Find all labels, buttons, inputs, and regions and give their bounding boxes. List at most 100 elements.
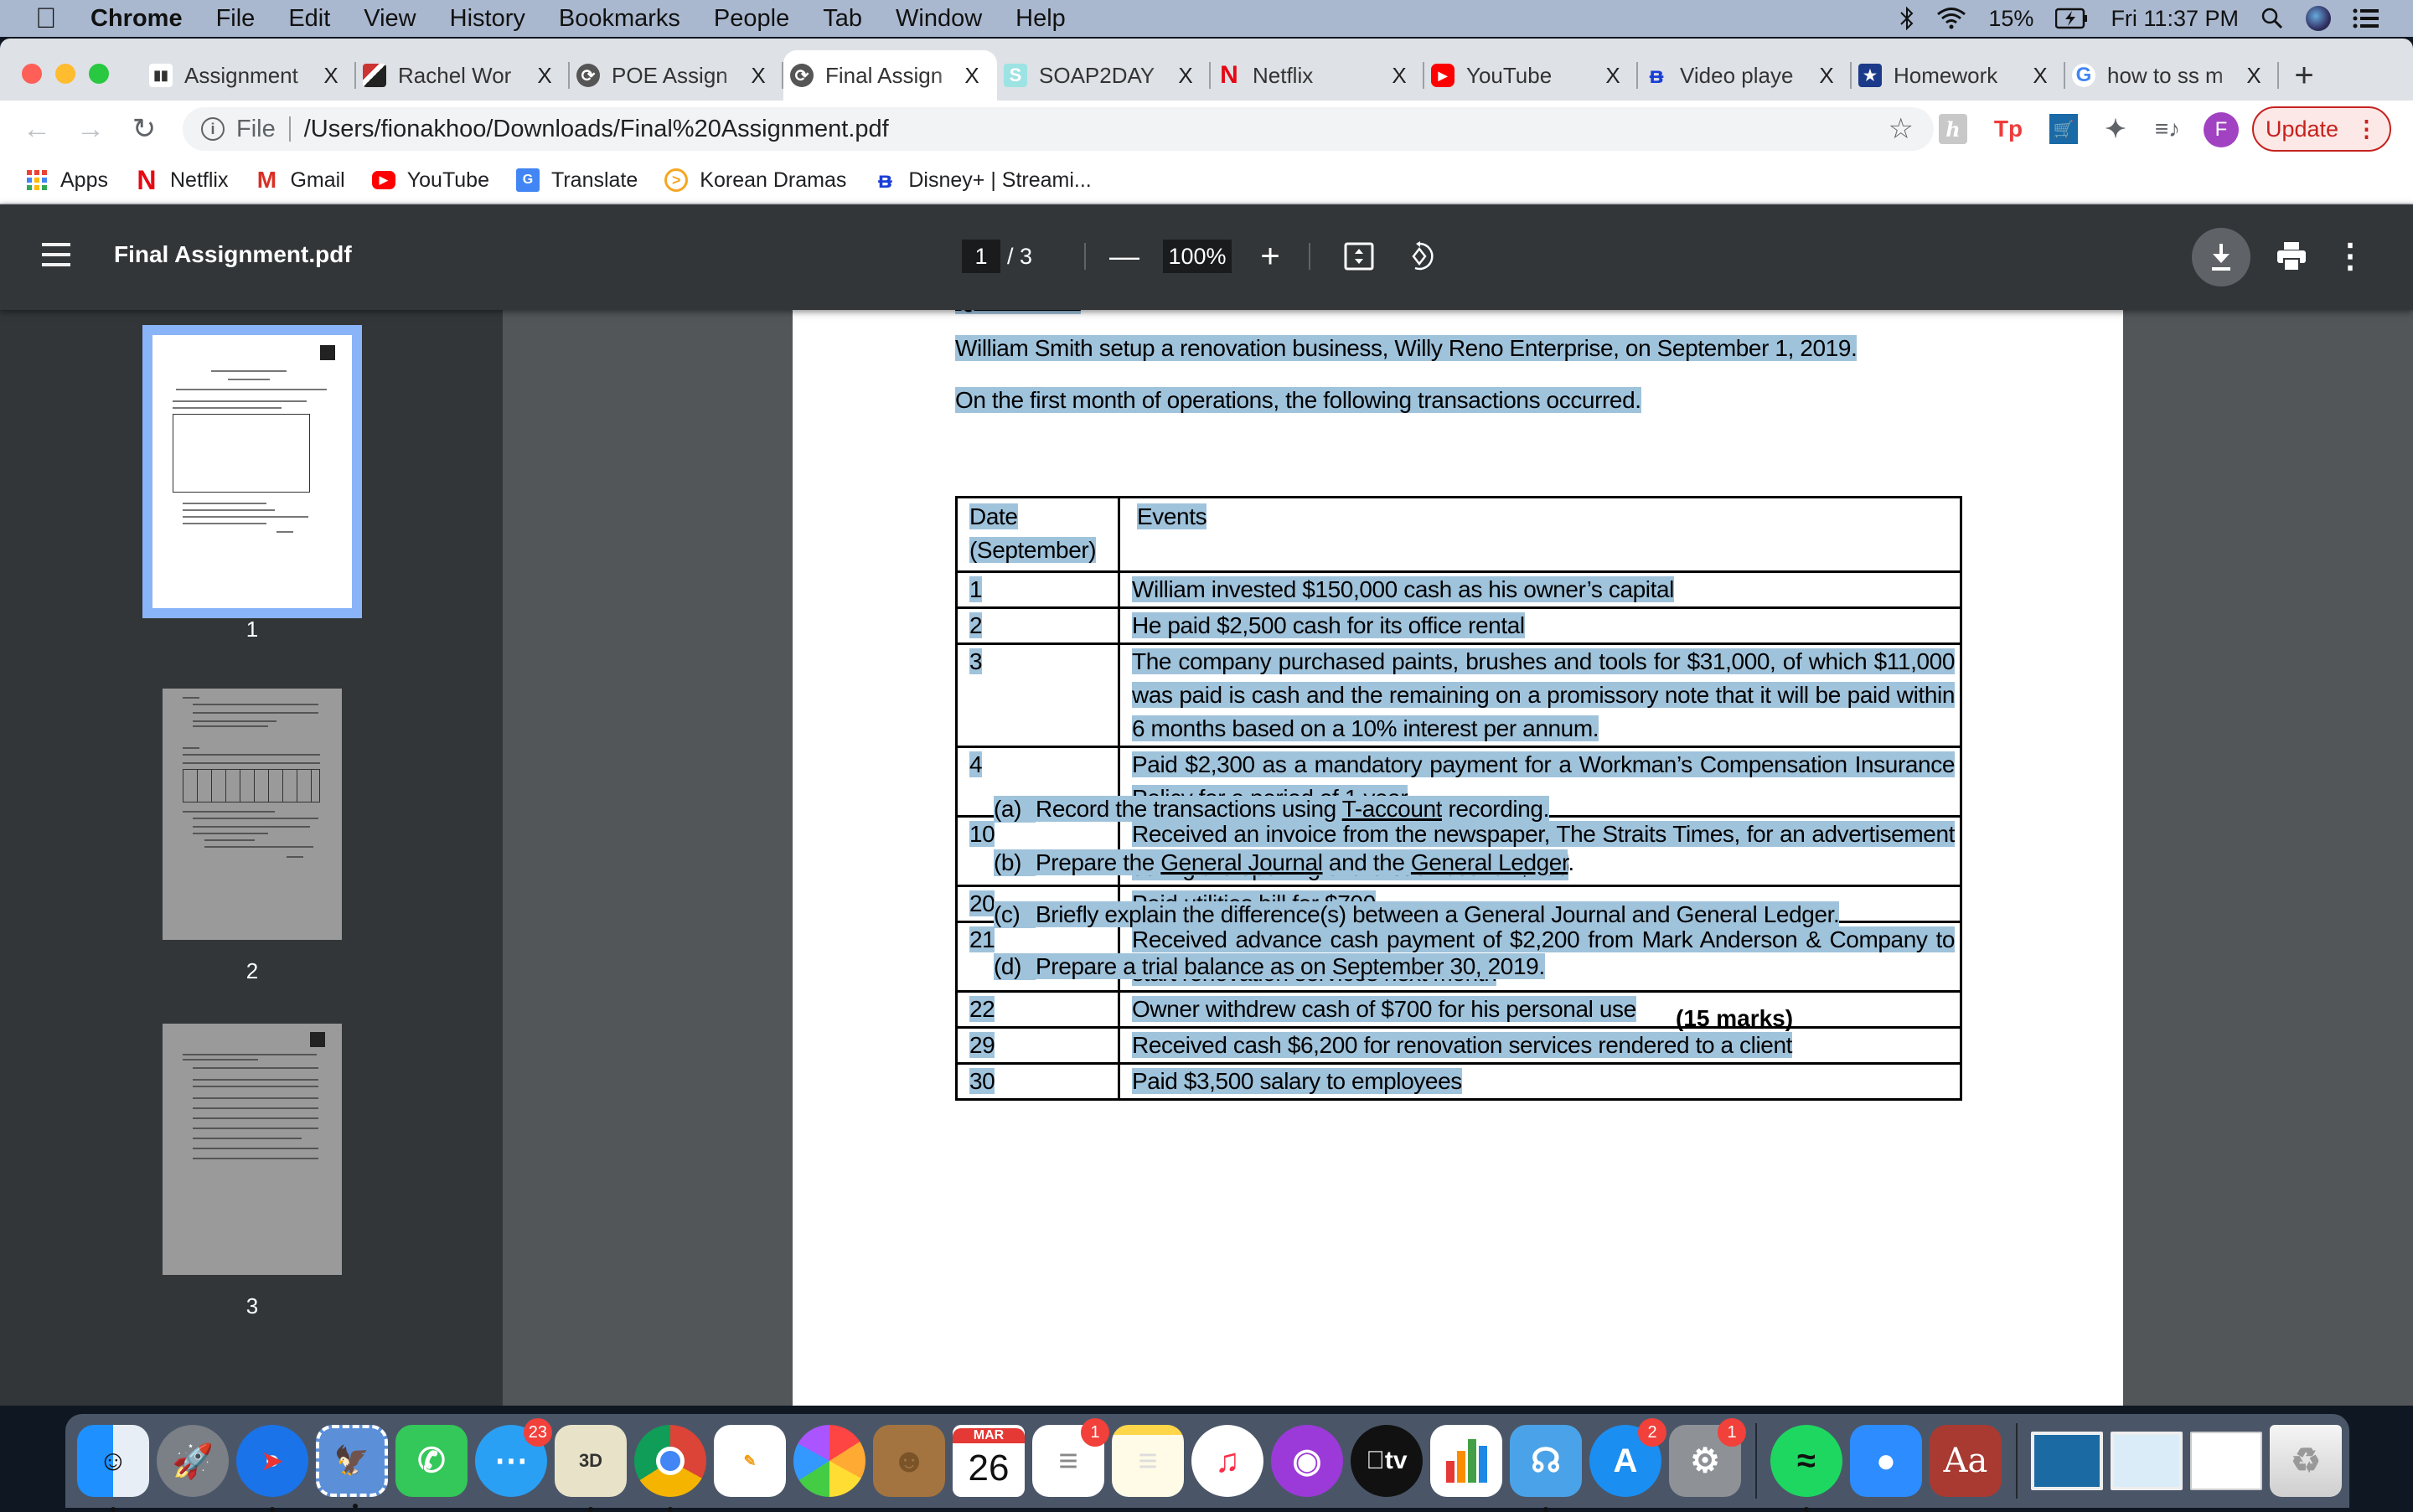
- new-tab-button[interactable]: +: [2279, 50, 2329, 101]
- dock-keynote-icon[interactable]: ☊: [1510, 1425, 1582, 1512]
- tab-close-icon[interactable]: X: [321, 63, 341, 89]
- bluetooth-icon[interactable]: [1899, 5, 1914, 32]
- zoom-out-button[interactable]: —: [1108, 238, 1141, 275]
- dock-launchpad-icon[interactable]: 🚀: [157, 1425, 229, 1497]
- window-zoom-button[interactable]: [89, 64, 109, 84]
- dock-minimized-window-3[interactable]: [2190, 1432, 2262, 1490]
- page-number-input[interactable]: 1: [962, 240, 1000, 273]
- bookmark-netflix[interactable]: N Netflix: [135, 165, 228, 195]
- dock-trash-icon[interactable]: ♻: [2270, 1425, 2342, 1497]
- tab-rachel[interactable]: Rachel Wor X: [356, 50, 570, 101]
- tab-homework[interactable]: ★ Homework X: [1852, 50, 2065, 101]
- update-chrome-button[interactable]: Update ⋮: [2252, 106, 2391, 152]
- dock-calendar-icon[interactable]: MAR 26: [953, 1425, 1025, 1497]
- thumbnail-page-3[interactable]: 3: [152, 1024, 352, 1318]
- dock-maps-icon[interactable]: 3D: [555, 1425, 627, 1512]
- apple-menu-icon[interactable]: : [35, 3, 59, 35]
- window-close-button[interactable]: [22, 64, 42, 84]
- thumbnail-image[interactable]: [163, 689, 342, 940]
- menu-help[interactable]: Help: [1015, 5, 1066, 33]
- address-bar[interactable]: i File /Users/fionakhoo/Downloads/Final%…: [183, 107, 1934, 151]
- thumbnail-image[interactable]: [142, 325, 362, 618]
- bookmark-gmail[interactable]: M Gmail: [255, 167, 345, 193]
- tab-assignment[interactable]: ▮▮ Assignment X: [142, 50, 356, 101]
- bookmark-disney-plus[interactable]: ᴃ Disney+ | Streami...: [873, 167, 1092, 193]
- dock-facetime-icon[interactable]: ✆: [395, 1425, 468, 1497]
- menu-bookmarks[interactable]: Bookmarks: [559, 5, 680, 33]
- rotate-icon[interactable]: [1401, 238, 1438, 275]
- bookmark-apps[interactable]: Apps: [25, 168, 108, 193]
- forward-button[interactable]: →: [72, 111, 109, 147]
- dock-minimized-window-1[interactable]: [2031, 1432, 2103, 1490]
- print-button[interactable]: [2271, 238, 2312, 275]
- menu-view[interactable]: View: [364, 5, 416, 33]
- tab-final-assignment[interactable]: ⟳ Final Assign X: [783, 50, 997, 101]
- reload-button[interactable]: ↻: [126, 111, 163, 147]
- extensions-puzzle-icon[interactable]: ✦: [2101, 114, 2130, 144]
- tab-close-icon[interactable]: X: [1175, 63, 1196, 89]
- dock-notes-icon[interactable]: ≡: [1112, 1425, 1184, 1497]
- tab-close-icon[interactable]: X: [748, 63, 768, 89]
- menu-app-chrome[interactable]: Chrome: [90, 5, 183, 33]
- zoom-in-button[interactable]: +: [1253, 238, 1287, 275]
- dock-pages-icon[interactable]: ✎: [714, 1425, 786, 1497]
- menu-tab[interactable]: Tab: [823, 5, 862, 33]
- wifi-icon[interactable]: [1936, 7, 1966, 30]
- tab-close-icon[interactable]: X: [2030, 63, 2050, 89]
- bookmark-korean-dramas[interactable]: > Korean Dramas: [664, 168, 846, 193]
- battery-charging-icon[interactable]: [2055, 8, 2089, 29]
- extension-shopping-cart-icon[interactable]: 🛒: [2049, 114, 2078, 144]
- tab-close-icon[interactable]: X: [1603, 63, 1623, 89]
- zoom-level-input[interactable]: 100%: [1163, 240, 1232, 273]
- dock-chrome-icon[interactable]: [634, 1425, 706, 1512]
- dock-spotify-icon[interactable]: ≈: [1770, 1425, 1842, 1512]
- tab-close-icon[interactable]: X: [1389, 63, 1409, 89]
- tab-close-icon[interactable]: X: [535, 63, 555, 89]
- dock-messages-icon[interactable]: ⋯ 23: [475, 1418, 552, 1497]
- dock-tv-icon[interactable]: tv: [1351, 1425, 1423, 1497]
- tab-poe-assignment[interactable]: ⟳ POE Assign X: [570, 50, 783, 101]
- bookmark-youtube[interactable]: ▶ YouTube: [371, 168, 489, 193]
- menu-window[interactable]: Window: [896, 5, 982, 33]
- dock-music-icon[interactable]: ♫: [1191, 1425, 1263, 1497]
- siri-icon[interactable]: [2306, 6, 2331, 31]
- thumbnail-page-1[interactable]: 1: [142, 325, 362, 642]
- tab-video-player[interactable]: ᴃ Video playe X: [1638, 50, 1852, 101]
- tab-soap2day[interactable]: S SOAP2DAY X: [997, 50, 1211, 101]
- back-button[interactable]: ←: [18, 111, 55, 147]
- tab-youtube[interactable]: ▶ YouTube X: [1424, 50, 1638, 101]
- url-text[interactable]: /Users/fionakhoo/Downloads/Final%20Assig…: [304, 116, 889, 143]
- dock-reminders-icon[interactable]: ≡ 1: [1032, 1418, 1109, 1497]
- dock-finder-icon[interactable]: ☺: [77, 1425, 149, 1512]
- dock-safari-icon[interactable]: ➤: [236, 1425, 308, 1512]
- dock-podcasts-icon[interactable]: ◉: [1271, 1425, 1343, 1497]
- dock-photos-icon[interactable]: [793, 1425, 865, 1497]
- notification-center-icon[interactable]: [2353, 8, 2379, 29]
- pdf-more-actions-icon[interactable]: ⋮: [2333, 238, 2367, 275]
- bookmark-translate[interactable]: G Translate: [516, 168, 638, 193]
- dock-system-preferences-icon[interactable]: ⚙ 1: [1669, 1418, 1746, 1497]
- spotlight-search-icon[interactable]: [2261, 7, 2284, 30]
- extension-honey-icon[interactable]: h: [1939, 114, 1967, 144]
- menu-people[interactable]: People: [714, 5, 789, 33]
- tab-close-icon[interactable]: X: [962, 63, 982, 89]
- menu-edit[interactable]: Edit: [288, 5, 330, 33]
- menu-file[interactable]: File: [216, 5, 256, 33]
- dock-dictionary-icon[interactable]: Aa: [1930, 1425, 2002, 1497]
- window-minimize-button[interactable]: [55, 64, 75, 84]
- profile-avatar[interactable]: F: [2204, 112, 2239, 147]
- site-info-icon[interactable]: i: [201, 117, 225, 141]
- dock-app-store-icon[interactable]: A2: [1589, 1418, 1666, 1497]
- pdf-sidebar-menu-icon[interactable]: [42, 243, 70, 273]
- fit-to-page-icon[interactable]: [1341, 238, 1377, 275]
- dock-contacts-icon[interactable]: ☻: [873, 1425, 945, 1497]
- menubar-clock[interactable]: Fri 11:37 PM: [2111, 6, 2239, 32]
- dock-zoom-icon[interactable]: ●: [1850, 1425, 1922, 1497]
- tab-close-icon[interactable]: X: [2244, 63, 2264, 89]
- dock-numbers-icon[interactable]: [1430, 1425, 1502, 1497]
- tab-close-icon[interactable]: X: [1816, 63, 1837, 89]
- extension-tp-icon[interactable]: Tp: [1994, 114, 2023, 144]
- thumbnail-image[interactable]: [163, 1024, 342, 1275]
- thumbnail-page-2[interactable]: 2: [152, 689, 352, 983]
- menu-history[interactable]: History: [450, 5, 525, 33]
